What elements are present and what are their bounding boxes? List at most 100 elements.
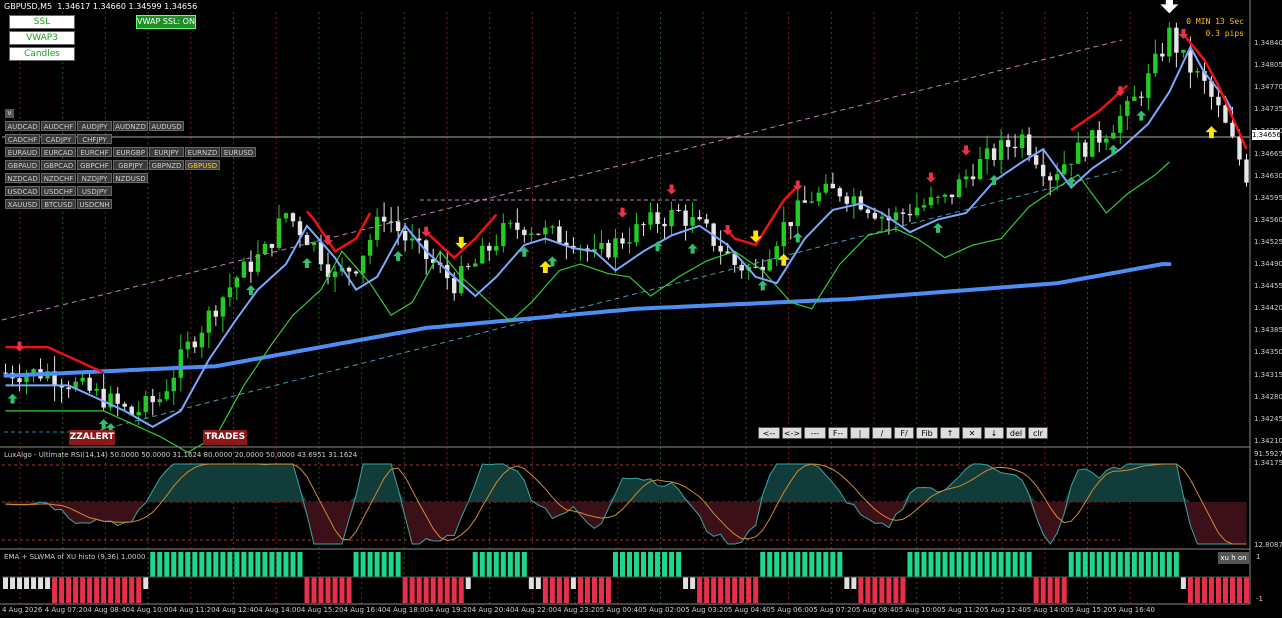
histo-bar-up <box>171 552 177 577</box>
candle-body <box>353 271 359 274</box>
histo-bar-down <box>1194 577 1200 603</box>
histo-bar-up <box>234 552 240 577</box>
pair-button[interactable]: BTCUSD <box>41 199 76 209</box>
pair-button[interactable]: GBPCAD <box>41 160 76 170</box>
toolbar-button[interactable]: | <box>850 427 870 439</box>
histo-bar-up <box>367 552 373 577</box>
pair-button[interactable]: GBPUSD <box>185 160 220 170</box>
pair-button[interactable]: XAUUSD <box>5 199 40 209</box>
pair-button[interactable]: NZDCAD <box>5 173 40 183</box>
pair-button[interactable]: EURNZD <box>185 147 220 157</box>
pair-button[interactable]: EURGBP <box>113 147 148 157</box>
collapse-pairs-button[interactable]: v <box>5 109 14 118</box>
toolbar-button[interactable]: F/ <box>894 427 914 439</box>
buy-signal-arrow <box>687 243 698 254</box>
pair-button[interactable]: EURUSD <box>221 147 256 157</box>
histo-bar-down <box>1222 577 1228 603</box>
pair-button[interactable]: GBPJPY <box>113 160 148 170</box>
trading-chart-canvas[interactable] <box>0 0 1282 618</box>
toolbar-button[interactable]: / <box>872 427 892 439</box>
vwap3-button[interactable]: VWAP3 <box>9 31 75 45</box>
histo-bar-up <box>1166 552 1172 577</box>
time-tick-label: 4 Aug 10:00 <box>130 606 173 614</box>
toolbar-button[interactable]: <-> <box>782 427 802 439</box>
histo-bar-down <box>66 577 72 603</box>
candle-body <box>788 221 793 227</box>
candle-body <box>1104 138 1109 143</box>
histo-bar-up <box>206 552 212 577</box>
candle-body <box>122 403 127 407</box>
pair-button[interactable]: AUDUSD <box>149 121 184 131</box>
toolbar-button[interactable]: <-- <box>758 427 780 439</box>
histo-bar-down <box>94 577 100 603</box>
histo-bar-down <box>577 577 583 603</box>
candles-button[interactable]: Candles <box>9 47 75 61</box>
price-tick-label: 1.34175 <box>1254 458 1282 467</box>
pair-button[interactable]: CHFJPY <box>77 134 112 144</box>
toolbar-button[interactable]: del <box>1006 427 1026 439</box>
pair-button[interactable]: GBPAUD <box>5 160 40 170</box>
pair-button[interactable]: AUDCHF <box>41 121 76 131</box>
zzalert-button[interactable]: ZZALERT <box>69 430 115 445</box>
pair-button[interactable]: USDJPY <box>77 186 112 196</box>
histo-bar-up <box>991 552 997 577</box>
candle-body <box>17 378 22 383</box>
candle-body <box>515 222 520 230</box>
ssl-bear-segment <box>425 213 498 260</box>
candle-body <box>620 238 625 244</box>
time-tick-label: 5 Aug 08:40 <box>856 606 899 614</box>
candle-body <box>290 213 296 222</box>
histo-bar-up <box>374 552 380 577</box>
toolbar-button[interactable]: ✕ <box>962 427 982 439</box>
candle-body <box>395 221 401 231</box>
pair-button[interactable]: NZDCHF <box>41 173 76 183</box>
histo-bar-up <box>956 552 962 577</box>
pair-button[interactable]: AUDCAD <box>5 121 40 131</box>
candle-body <box>1083 142 1088 157</box>
toolbar-button[interactable]: Fib <box>916 427 938 439</box>
pair-button[interactable]: EURCAD <box>41 147 76 157</box>
histo-bar-up <box>907 552 913 577</box>
histo-bar-up <box>486 552 492 577</box>
toolbar-button[interactable]: F-- <box>828 427 848 439</box>
candle-body <box>1054 174 1060 181</box>
toolbar-button[interactable]: clr <box>1028 427 1048 439</box>
toolbar-button[interactable]: ↓ <box>984 427 1004 439</box>
histo-bar-up <box>472 552 478 577</box>
toolbar-button[interactable]: --- <box>804 427 826 439</box>
pair-button[interactable]: USDCNH <box>77 199 112 209</box>
pair-button[interactable]: GBPNZD <box>149 160 184 170</box>
xu-histo-toggle[interactable]: xu h on <box>1218 552 1249 564</box>
histo-bar-down <box>416 577 422 603</box>
candle-body <box>409 238 415 241</box>
pair-button[interactable]: AUDJPY <box>77 121 112 131</box>
pair-button[interactable]: GBPCHF <box>77 160 112 170</box>
histo-bar-down <box>80 577 86 603</box>
candle-body <box>346 267 352 272</box>
time-tick-label: 5 Aug 03:20 <box>685 606 728 614</box>
pair-button[interactable]: USDCHF <box>41 186 76 196</box>
pair-button[interactable]: NZDJPY <box>77 173 112 183</box>
price-tick-label: 1.34525 <box>1254 237 1282 246</box>
pair-button[interactable]: CADJPY <box>41 134 76 144</box>
vwap-ssl-toggle[interactable]: VWAP SSL: ON <box>136 15 196 29</box>
histo-max-label: 1 <box>1256 553 1261 561</box>
pair-button[interactable]: EURJPY <box>149 147 184 157</box>
histo-bar-up <box>970 552 976 577</box>
candle-body <box>508 222 513 224</box>
histo-bar-down <box>556 577 562 603</box>
pair-button[interactable]: CADCHF <box>5 134 40 144</box>
histo-bar-down <box>879 577 885 603</box>
time-tick-label: 5 Aug 16:40 <box>1112 606 1155 614</box>
ssl-button[interactable]: SSL <box>9 15 75 29</box>
pair-button[interactable]: EURAUD <box>5 147 40 157</box>
pair-button[interactable]: USDCAD <box>5 186 40 196</box>
candle-body <box>830 183 836 189</box>
pair-button[interactable]: EURCHF <box>77 147 112 157</box>
pair-button[interactable]: AUDNZD <box>113 121 148 131</box>
histo-bar-neutral <box>38 577 44 589</box>
candle-body <box>1125 100 1130 116</box>
trades-button[interactable]: TRADES <box>203 430 247 445</box>
toolbar-button[interactable]: ↑ <box>940 427 960 439</box>
pair-button[interactable]: NZDUSD <box>113 173 148 183</box>
